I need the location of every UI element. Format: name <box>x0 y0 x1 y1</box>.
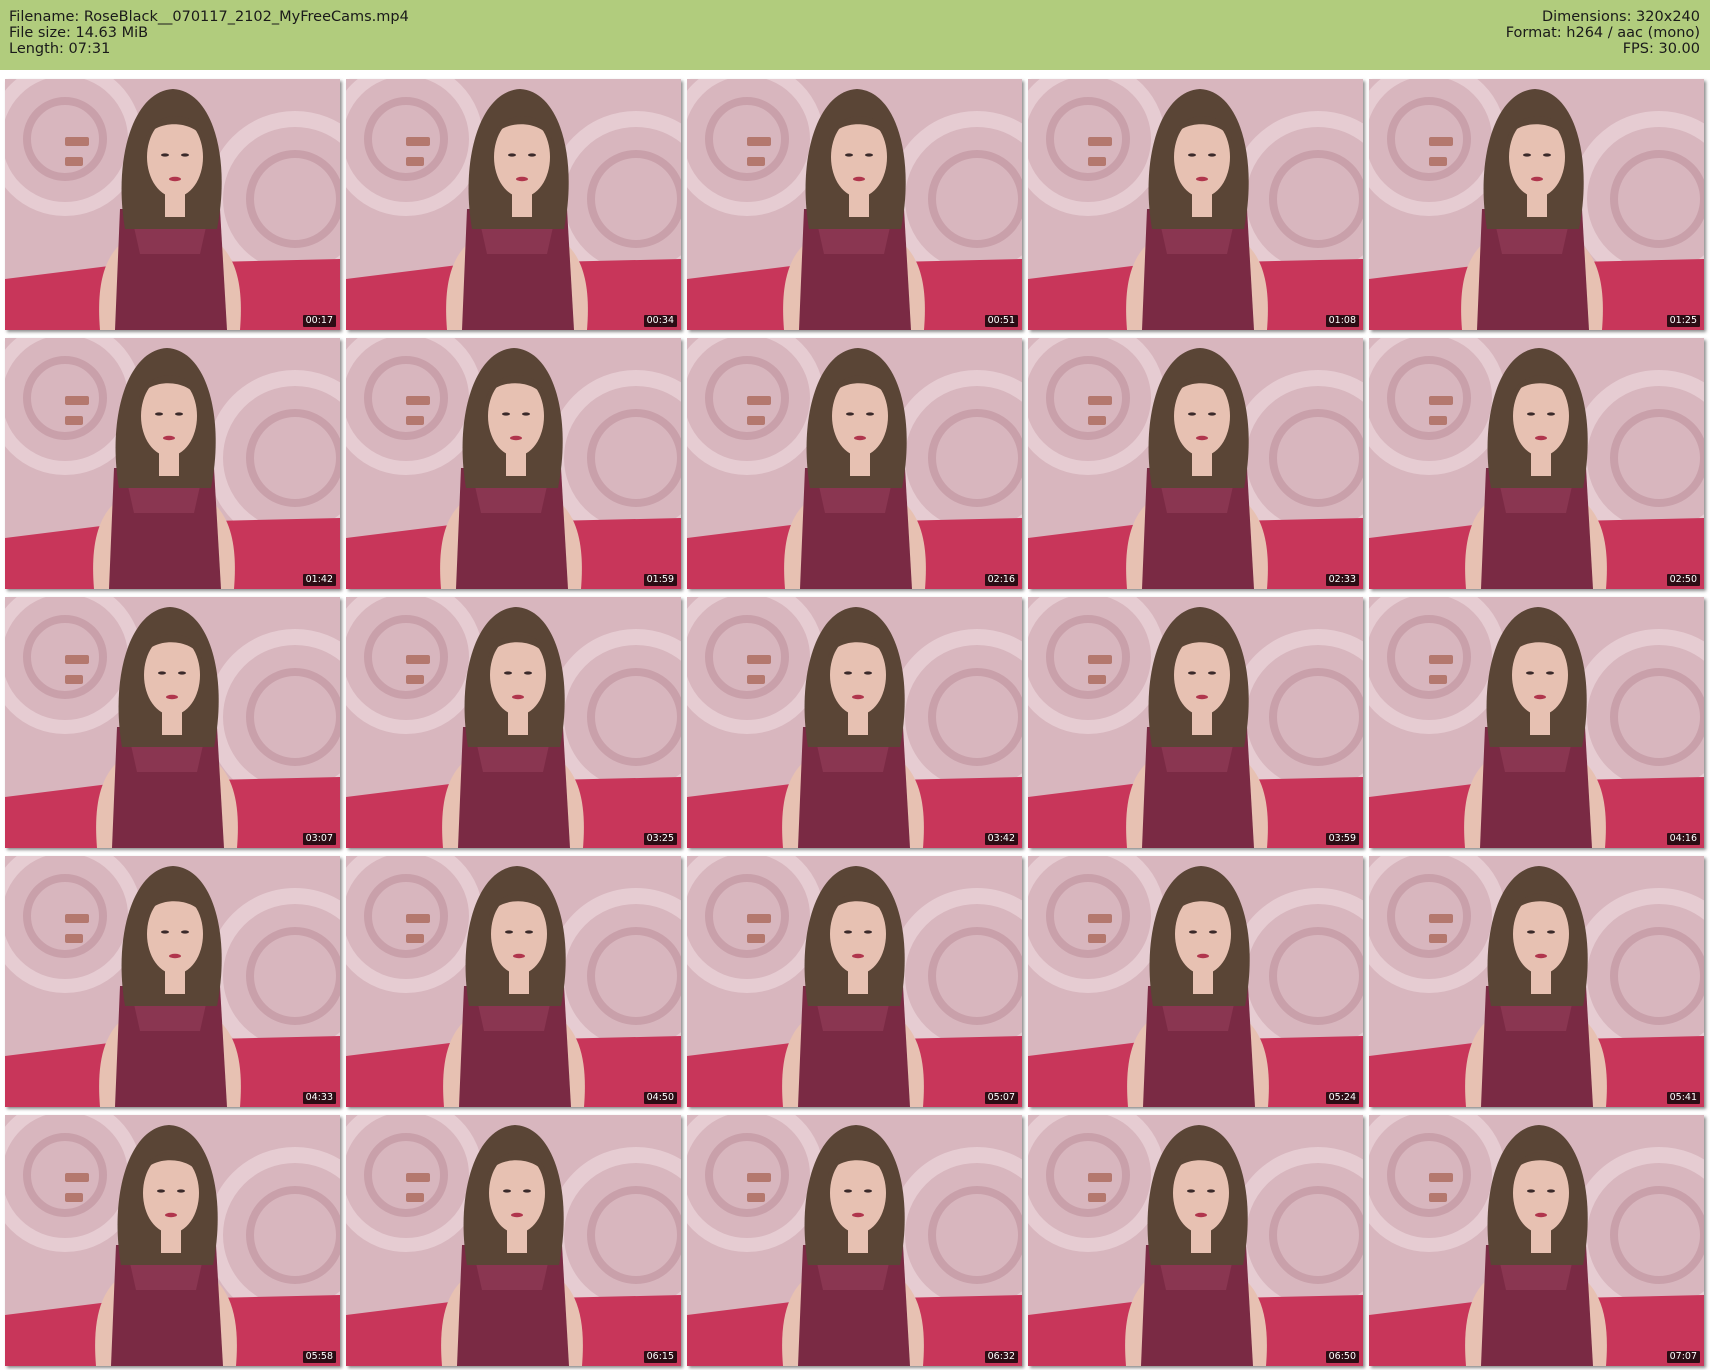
timestamp-label: 05:24 <box>1325 1092 1359 1104</box>
timestamp-label: 01:59 <box>643 574 677 586</box>
timestamp-label: 07:07 <box>1666 1351 1700 1363</box>
timestamp-label: 03:25 <box>643 833 677 845</box>
video-thumbnail: 06:50 <box>1028 1115 1363 1366</box>
frame-image <box>5 597 340 848</box>
frame-image <box>346 1115 681 1366</box>
format-text: Format: h264 / aac (mono) <box>1505 25 1700 41</box>
video-thumbnail: 02:33 <box>1028 338 1363 589</box>
video-thumbnail: 03:25 <box>346 597 681 848</box>
fps-text: FPS: 30.00 <box>1622 41 1700 57</box>
frame-image <box>5 856 340 1107</box>
dimensions-text: Dimensions: 320x240 <box>1541 9 1700 25</box>
video-thumbnail: 06:15 <box>346 1115 681 1366</box>
video-thumbnail: 01:42 <box>5 338 340 589</box>
timestamp-label: 01:42 <box>302 574 336 586</box>
video-thumbnail: 06:32 <box>687 1115 1022 1366</box>
frame-image <box>1369 79 1704 330</box>
frame-image <box>1369 597 1704 848</box>
timestamp-label: 01:08 <box>1325 315 1359 327</box>
filesize-text: File size: 14.63 MiB <box>9 25 149 41</box>
timestamp-label: 02:50 <box>1666 574 1700 586</box>
video-thumbnail: 03:42 <box>687 597 1022 848</box>
timestamp-label: 06:32 <box>984 1351 1018 1363</box>
frame-image <box>346 856 681 1107</box>
video-thumbnail: 01:59 <box>346 338 681 589</box>
timestamp-label: 05:58 <box>302 1351 336 1363</box>
frame-image <box>1369 856 1704 1107</box>
timestamp-label: 03:42 <box>984 833 1018 845</box>
timestamp-label: 03:07 <box>302 833 336 845</box>
frame-image <box>687 1115 1022 1366</box>
timestamp-label: 05:41 <box>1666 1092 1700 1104</box>
timestamp-label: 03:59 <box>1325 833 1359 845</box>
timestamp-label: 02:16 <box>984 574 1018 586</box>
video-thumbnail: 05:07 <box>687 856 1022 1107</box>
video-thumbnail: 03:07 <box>5 597 340 848</box>
video-thumbnail: 03:59 <box>1028 597 1363 848</box>
video-thumbnail: 00:51 <box>687 79 1022 330</box>
frame-image <box>1028 597 1363 848</box>
frame-image <box>687 597 1022 848</box>
timestamp-label: 00:17 <box>302 315 336 327</box>
video-thumbnail: 04:33 <box>5 856 340 1107</box>
video-thumbnail: 04:16 <box>1369 597 1704 848</box>
thumbnail-grid: 00:17 00:34 00:51 01:08 01:25 01:42 01:59 02:16… <box>5 79 1705 1366</box>
video-thumbnail: 05:58 <box>5 1115 340 1366</box>
video-thumbnail: 00:17 <box>5 79 340 330</box>
timestamp-label: 00:51 <box>984 315 1018 327</box>
frame-image <box>1028 856 1363 1107</box>
filename-text: Filename: RoseBlack__070117_2102_MyFreeC… <box>9 9 409 25</box>
frame-image <box>346 597 681 848</box>
frame-image <box>346 338 681 589</box>
frame-image <box>687 79 1022 330</box>
timestamp-label: 04:50 <box>643 1092 677 1104</box>
video-thumbnail: 01:25 <box>1369 79 1704 330</box>
timestamp-label: 02:33 <box>1325 574 1359 586</box>
video-thumbnail: 05:24 <box>1028 856 1363 1107</box>
frame-image <box>1369 338 1704 589</box>
frame-image <box>5 1115 340 1366</box>
info-right: Dimensions: 320x240 Format: h264 / aac (… <box>1506 9 1700 57</box>
video-thumbnail: 02:50 <box>1369 338 1704 589</box>
timestamp-label: 01:25 <box>1666 315 1700 327</box>
frame-image <box>1028 79 1363 330</box>
video-thumbnail: 07:07 <box>1369 1115 1704 1366</box>
video-thumbnail: 01:08 <box>1028 79 1363 330</box>
length-text: Length: 07:31 <box>9 41 111 57</box>
timestamp-label: 06:15 <box>643 1351 677 1363</box>
frame-image <box>687 338 1022 589</box>
video-thumbnail: 04:50 <box>346 856 681 1107</box>
frame-image <box>346 79 681 330</box>
frame-image <box>5 79 340 330</box>
timestamp-label: 05:07 <box>984 1092 1018 1104</box>
timestamp-label: 00:34 <box>643 315 677 327</box>
frame-image <box>5 338 340 589</box>
info-header: Filename: RoseBlack__070117_2102_MyFreeC… <box>0 0 1710 70</box>
timestamp-label: 04:16 <box>1666 833 1700 845</box>
frame-image <box>687 856 1022 1107</box>
timestamp-label: 06:50 <box>1325 1351 1359 1363</box>
video-thumbnail: 00:34 <box>346 79 681 330</box>
video-thumbnail: 05:41 <box>1369 856 1704 1107</box>
info-left: Filename: RoseBlack__070117_2102_MyFreeC… <box>9 9 409 57</box>
frame-image <box>1369 1115 1704 1366</box>
frame-image <box>1028 1115 1363 1366</box>
frame-image <box>1028 338 1363 589</box>
timestamp-label: 04:33 <box>302 1092 336 1104</box>
video-thumbnail: 02:16 <box>687 338 1022 589</box>
